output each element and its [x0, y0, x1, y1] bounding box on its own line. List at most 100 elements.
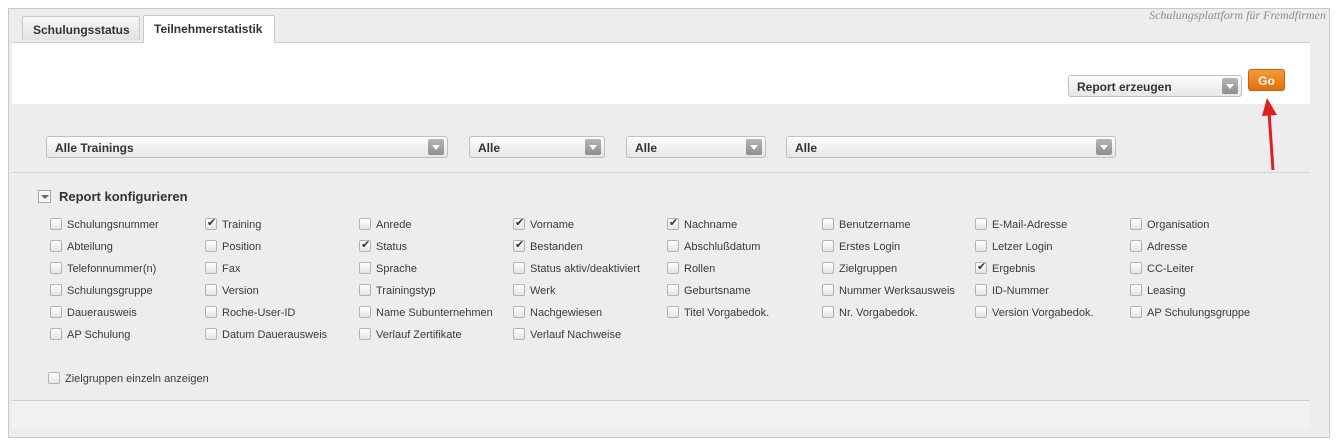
report-option-checkbox[interactable]: Leasing	[1130, 284, 1186, 300]
report-option-checkbox[interactable]: AP Schulungsgruppe	[1130, 306, 1250, 322]
checkbox-icon[interactable]	[359, 328, 371, 340]
checkbox-checked-icon[interactable]	[975, 260, 987, 274]
checkbox-icon[interactable]	[205, 284, 217, 296]
report-option-checkbox[interactable]: Dauerausweis	[50, 306, 137, 322]
report-type-select[interactable]: Report erzeugen	[1068, 75, 1242, 97]
checkbox-icon[interactable]	[667, 284, 679, 296]
tab-schulungsstatus[interactable]: Schulungsstatus	[22, 16, 140, 40]
checkbox-checked-icon[interactable]	[667, 216, 679, 230]
checkbox-icon[interactable]	[50, 262, 62, 274]
report-option-checkbox[interactable]: Vorname	[513, 216, 574, 234]
checkbox-icon[interactable]	[513, 306, 525, 318]
checkbox-icon[interactable]	[359, 284, 371, 296]
report-option-checkbox[interactable]: Adresse	[1130, 240, 1187, 256]
report-option-checkbox[interactable]: Erstes Login	[822, 240, 900, 256]
checkbox-icon[interactable]	[50, 218, 62, 230]
report-option-checkbox[interactable]: Schulungsgruppe	[50, 284, 153, 300]
filter-select-3[interactable]: Alle	[626, 136, 766, 158]
report-option-checkbox[interactable]: Roche-User-ID	[205, 306, 295, 322]
report-option-checkbox[interactable]: Nummer Werksausweis	[822, 284, 955, 300]
filter-select-4[interactable]: Alle	[786, 136, 1116, 158]
report-option-checkbox[interactable]: Schulungsnummer	[50, 218, 159, 234]
checkbox-icon[interactable]	[205, 262, 217, 274]
checkbox-icon[interactable]	[822, 262, 834, 274]
report-option-checkbox[interactable]: Bestanden	[513, 238, 583, 256]
checkbox-icon[interactable]	[50, 328, 62, 340]
report-option-checkbox[interactable]: Titel Vorgabedok.	[667, 306, 769, 322]
checkbox-icon[interactable]	[513, 328, 525, 340]
report-option-checkbox[interactable]: Letzer Login	[975, 240, 1053, 256]
checkbox-icon[interactable]	[822, 240, 834, 252]
checkbox-checked-icon[interactable]	[513, 216, 525, 230]
footer-area	[12, 401, 1310, 429]
checkbox-checked-icon[interactable]	[205, 216, 217, 230]
report-option-checkbox[interactable]: Benutzername	[822, 218, 911, 234]
report-option-checkbox[interactable]: Verlauf Nachweise	[513, 328, 621, 344]
checkbox-icon[interactable]	[513, 284, 525, 296]
report-option-checkbox[interactable]: Fax	[205, 262, 240, 278]
checkbox-icon[interactable]	[205, 306, 217, 318]
checkbox-icon[interactable]	[822, 218, 834, 230]
checkbox-icon[interactable]	[1130, 240, 1142, 252]
report-option-checkbox[interactable]: Ergebnis	[975, 260, 1035, 278]
checkbox-icon[interactable]	[1130, 262, 1142, 274]
report-option-checkbox[interactable]: Version	[205, 284, 259, 300]
checkbox-icon[interactable]	[667, 262, 679, 274]
report-option-checkbox[interactable]: E-Mail-Adresse	[975, 218, 1067, 234]
tab-teilnehmerstatistik[interactable]: Teilnehmerstatistik	[143, 15, 275, 43]
checkbox-icon[interactable]	[50, 284, 62, 296]
report-option-checkbox[interactable]: ID-Nummer	[975, 284, 1049, 300]
checkbox-checked-icon[interactable]	[359, 238, 371, 252]
checkbox-icon[interactable]	[975, 218, 987, 230]
checkbox-icon[interactable]	[1130, 218, 1142, 230]
filter-select-2[interactable]: Alle	[469, 136, 605, 158]
report-option-checkbox[interactable]: Datum Dauerausweis	[205, 328, 327, 344]
report-option-checkbox[interactable]: Version Vorgabedok.	[975, 306, 1094, 322]
checkbox-icon[interactable]	[667, 306, 679, 318]
checkbox-icon[interactable]	[667, 240, 679, 252]
checkbox-icon[interactable]	[359, 306, 371, 318]
checkbox-checked-icon[interactable]	[513, 238, 525, 252]
report-option-checkbox[interactable]: Status	[359, 238, 407, 256]
report-option-checkbox[interactable]: Nachgewiesen	[513, 306, 602, 322]
report-option-checkbox[interactable]: AP Schulung	[50, 328, 130, 344]
report-option-checkbox[interactable]: Rollen	[667, 262, 715, 278]
report-option-checkbox[interactable]: Zielgruppen	[822, 262, 897, 278]
report-option-checkbox[interactable]: Sprache	[359, 262, 417, 278]
report-option-checkbox[interactable]: Status aktiv/deaktiviert	[513, 262, 640, 278]
report-option-checkbox[interactable]: Werk	[513, 284, 555, 300]
report-option-checkbox[interactable]: Nachname	[667, 216, 737, 234]
report-option-checkbox[interactable]: Anrede	[359, 218, 411, 234]
collapse-toggle-icon[interactable]	[38, 190, 51, 203]
checkbox-icon[interactable]	[359, 218, 371, 230]
checkbox-icon[interactable]	[975, 284, 987, 296]
checkbox-icon[interactable]	[975, 240, 987, 252]
checkbox-icon[interactable]	[1130, 306, 1142, 318]
report-option-checkbox[interactable]: Nr. Vorgabedok.	[822, 306, 918, 322]
checkbox-icon[interactable]	[513, 262, 525, 274]
report-option-checkbox[interactable]: Position	[205, 240, 261, 256]
report-option-checkbox[interactable]: Geburtsname	[667, 284, 751, 300]
report-option-checkbox[interactable]: Telefonnummer(n)	[50, 262, 156, 278]
report-option-checkbox[interactable]: Name Subunternehmen	[359, 306, 493, 322]
report-option-checkbox[interactable]: Organisation	[1130, 218, 1209, 234]
zielgruppen-einzeln-checkbox[interactable]: Zielgruppen einzeln anzeigen	[48, 372, 209, 388]
checkbox-icon[interactable]	[975, 306, 987, 318]
checkbox-icon[interactable]	[822, 284, 834, 296]
go-button[interactable]: Go	[1248, 69, 1285, 91]
report-option-checkbox[interactable]: Trainingstyp	[359, 284, 436, 300]
report-option-checkbox[interactable]: CC-Leiter	[1130, 262, 1194, 278]
report-option-checkbox[interactable]: Abschlußdatum	[667, 240, 760, 256]
report-option-checkbox[interactable]: Training	[205, 216, 261, 234]
checkbox-icon[interactable]	[1130, 284, 1142, 296]
checkbox-icon[interactable]	[50, 306, 62, 318]
checkbox-icon[interactable]	[48, 372, 60, 384]
training-filter-select[interactable]: Alle Trainings	[46, 136, 448, 158]
checkbox-icon[interactable]	[50, 240, 62, 252]
report-option-checkbox[interactable]: Verlauf Zertifikate	[359, 328, 462, 344]
checkbox-icon[interactable]	[205, 328, 217, 340]
checkbox-icon[interactable]	[359, 262, 371, 274]
report-option-checkbox[interactable]: Abteilung	[50, 240, 113, 256]
checkbox-icon[interactable]	[822, 306, 834, 318]
checkbox-icon[interactable]	[205, 240, 217, 252]
